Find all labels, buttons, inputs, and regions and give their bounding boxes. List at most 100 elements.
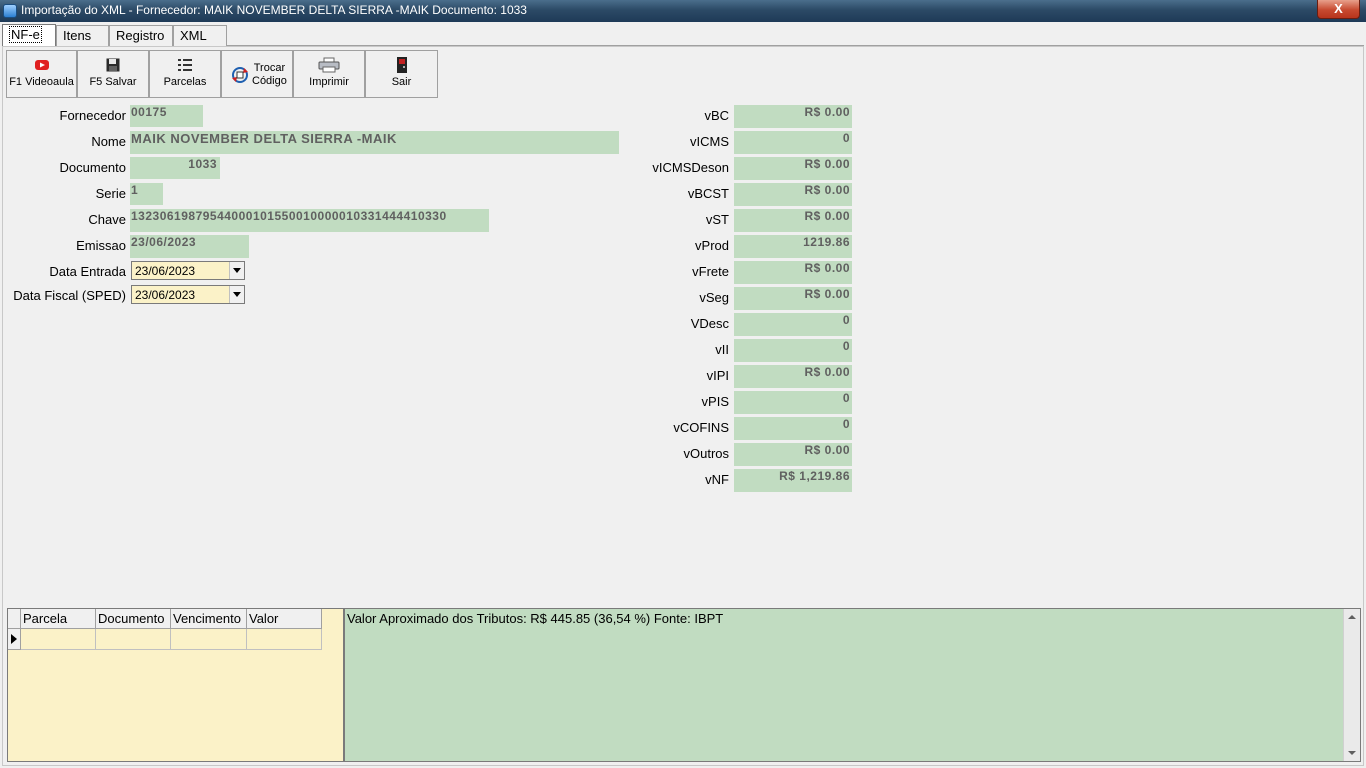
- chave-field: 1323061987954400010155001000001033144441…: [130, 209, 489, 232]
- videoaula-label: F1 Videoaula: [9, 76, 74, 88]
- total-label-voutros: vOutros: [683, 446, 729, 461]
- tab-registro[interactable]: Registro: [109, 25, 173, 46]
- total-field-vicmsdeson: R$ 0.00: [734, 157, 852, 180]
- total-field-voutros: R$ 0.00: [734, 443, 852, 466]
- grid-header-valor[interactable]: Valor: [247, 609, 322, 629]
- tab-xml[interactable]: XML: [173, 25, 227, 46]
- total-field-vprod: 1219.86: [734, 235, 852, 258]
- total-field-vipi: R$ 0.00: [734, 365, 852, 388]
- close-button[interactable]: X: [1317, 0, 1360, 19]
- data-fiscal-value: 23/06/2023: [135, 288, 196, 302]
- grid-cell[interactable]: [21, 629, 96, 650]
- videoaula-button[interactable]: F1 Videoaula: [6, 50, 77, 98]
- grid-header-documento[interactable]: Documento: [96, 609, 171, 629]
- total-label-vii: vII: [715, 342, 729, 357]
- total-label-vnf: vNF: [705, 472, 729, 487]
- documento-value: 1033: [188, 157, 217, 171]
- serie-label: Serie: [95, 186, 126, 201]
- grid-cell[interactable]: [96, 629, 171, 650]
- total-label-vfrete: vFrete: [692, 264, 729, 279]
- grid-header-parcela[interactable]: Parcela: [21, 609, 96, 629]
- emissao-label: Emissao: [76, 238, 126, 253]
- chevron-down-icon[interactable]: [229, 262, 244, 279]
- print-label: Imprimir: [309, 76, 349, 88]
- data-entrada-label: Data Entrada: [49, 264, 126, 279]
- row-indicator-icon: [8, 629, 21, 650]
- grid-cell[interactable]: [247, 629, 322, 650]
- tab-bar: NF-e Itens Registro XML: [2, 24, 1364, 47]
- codigo-label: Código: [252, 75, 287, 87]
- total-field-vcofins: 0: [734, 417, 852, 440]
- total-field-vdesc: 0: [734, 313, 852, 336]
- data-fiscal-label: Data Fiscal (SPED): [13, 288, 126, 303]
- print-button[interactable]: Imprimir: [293, 50, 365, 98]
- serie-field: 1: [130, 183, 163, 205]
- trocar-label: Trocar: [253, 62, 286, 74]
- total-field-vst: R$ 0.00: [734, 209, 852, 232]
- total-field-vicms: 0: [734, 131, 852, 154]
- trocar-codigo-button[interactable]: Trocar Código: [221, 50, 293, 98]
- tab-itens[interactable]: Itens: [56, 25, 109, 46]
- exit-button[interactable]: Sair: [365, 50, 438, 98]
- nome-field: MAIK NOVEMBER DELTA SIERRA -MAIK: [130, 131, 619, 154]
- tab-itens-label: Itens: [63, 28, 92, 43]
- swap-icon: [231, 66, 248, 83]
- youtube-icon: [34, 57, 50, 73]
- parcelas-button[interactable]: Parcelas: [149, 50, 221, 98]
- data-entrada-picker[interactable]: 23/06/2023: [131, 261, 245, 280]
- total-field-vii: 0: [734, 339, 852, 362]
- printer-icon: [318, 57, 340, 73]
- floppy-disk-icon: [105, 57, 121, 73]
- data-fiscal-picker[interactable]: 23/06/2023: [131, 285, 245, 304]
- tab-nfe-label: NF-e: [9, 26, 42, 43]
- emissao-field: 23/06/2023: [130, 235, 249, 258]
- grid-header-vencimento[interactable]: Vencimento: [171, 609, 247, 629]
- total-label-vdesc: VDesc: [690, 316, 729, 331]
- app-icon: [3, 4, 17, 18]
- parcelas-grid[interactable]: Parcela Documento Vencimento Valor: [7, 608, 344, 762]
- total-field-vbcst: R$ 0.00: [734, 183, 852, 206]
- scroll-down-icon[interactable]: [1348, 751, 1356, 755]
- main-panel: F1 Videoaula F5 Salvar Parcelas Trocar C…: [2, 46, 1364, 766]
- total-label-vcofins: vCOFINS: [673, 420, 729, 435]
- total-label-vicms: vICMS: [690, 134, 729, 149]
- title-bar: Importação do XML - Fornecedor: MAIK NOV…: [0, 0, 1366, 22]
- total-field-vfrete: R$ 0.00: [734, 261, 852, 284]
- save-label: F5 Salvar: [89, 76, 137, 88]
- tab-nfe[interactable]: NF-e: [2, 24, 56, 47]
- documento-field: 1033: [130, 157, 220, 179]
- tab-registro-label: Registro: [116, 28, 165, 43]
- fornecedor-label: Fornecedor: [59, 108, 126, 123]
- memo-scrollbar[interactable]: [1343, 609, 1360, 761]
- total-label-vbc: vBC: [704, 108, 729, 123]
- total-field-vnf: R$ 1,219.86: [734, 469, 852, 492]
- data-entrada-value: 23/06/2023: [135, 264, 196, 278]
- total-label-vicmsdeson: vICMSDeson: [652, 160, 729, 175]
- total-field-vseg: R$ 0.00: [734, 287, 852, 310]
- grid-corner: [8, 609, 21, 629]
- total-label-vipi: vIPI: [706, 368, 729, 383]
- total-label-vseg: vSeg: [699, 290, 729, 305]
- tributos-memo[interactable]: Valor Aproximado dos Tributos: R$ 445.85…: [344, 608, 1361, 762]
- chave-label: Chave: [88, 212, 126, 227]
- exit-label: Sair: [391, 76, 412, 88]
- total-label-vprod: vProd: [695, 238, 729, 253]
- total-label-vst: vST: [705, 212, 729, 227]
- grid-cell[interactable]: [171, 629, 247, 650]
- save-button[interactable]: F5 Salvar: [77, 50, 149, 98]
- total-field-vbc: R$ 0.00: [734, 105, 852, 128]
- scroll-up-icon[interactable]: [1348, 615, 1356, 619]
- fornecedor-field: 00175: [130, 105, 203, 127]
- total-field-vpis: 0: [734, 391, 852, 414]
- total-label-vbcst: vBCST: [687, 186, 729, 201]
- window-title: Importação do XML - Fornecedor: MAIK NOV…: [21, 3, 527, 17]
- chevron-down-icon[interactable]: [229, 286, 244, 303]
- tab-xml-label: XML: [180, 28, 207, 43]
- nome-label: Nome: [91, 134, 126, 149]
- exit-door-icon: [394, 57, 410, 73]
- tributos-text: Valor Aproximado dos Tributos: R$ 445.85…: [347, 611, 724, 626]
- list-icon: [177, 57, 193, 73]
- documento-label: Documento: [59, 160, 126, 175]
- parcelas-label: Parcelas: [163, 76, 207, 88]
- total-label-vpis: vPIS: [701, 394, 729, 409]
